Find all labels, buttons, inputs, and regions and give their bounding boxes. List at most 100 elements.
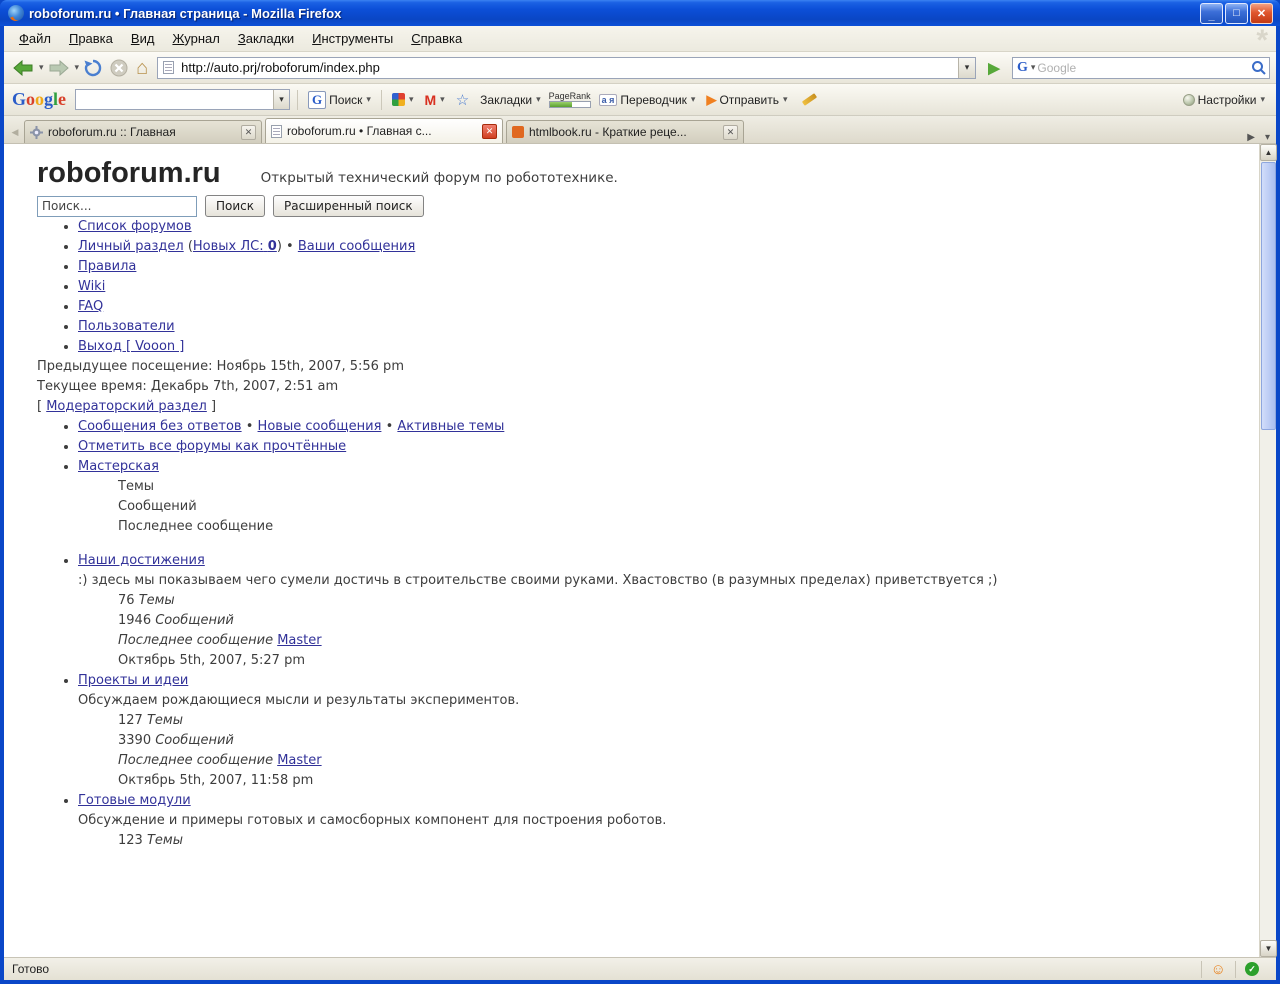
forward-dropdown[interactable]: ▾ <box>75 62 80 73</box>
url-history-dropdown[interactable]: ▾ <box>958 58 975 78</box>
link-ucp[interactable]: Личный раздел <box>78 239 184 254</box>
google-search-field[interactable] <box>76 92 273 107</box>
link-your-posts[interactable]: Ваши сообщения <box>298 239 415 254</box>
pagerank-bar <box>549 101 591 108</box>
gmail-icon: M <box>424 92 436 108</box>
back-icon <box>13 60 33 76</box>
link-category-workshop[interactable]: Мастерская <box>78 459 159 474</box>
list-item: FAQ <box>78 297 1248 317</box>
home-button[interactable]: ⌂ <box>133 55 151 81</box>
search-bar[interactable]: G ▾ <box>1012 57 1270 79</box>
forward-button[interactable] <box>46 55 72 81</box>
advanced-search-button[interactable]: Расширенный поиск <box>273 195 424 217</box>
site-search-button[interactable]: ▾ <box>389 91 417 108</box>
back-button[interactable] <box>10 55 36 81</box>
star-icon: ☆ <box>456 91 469 109</box>
forum-item: Проекты и идеи Обсуждаем рождающиеся мыс… <box>78 671 1248 791</box>
list-item: Правила <box>78 257 1248 277</box>
forum-title-link[interactable]: Проекты и идеи <box>78 673 188 688</box>
link-new-posts[interactable]: Новые сообщения <box>258 419 382 434</box>
tab-scroll-right[interactable]: ▶ <box>1243 132 1259 143</box>
link-faq[interactable]: FAQ <box>78 299 103 314</box>
translate-button[interactable]: а я Переводчик ▾ <box>596 91 699 109</box>
link-unanswered[interactable]: Сообщения без ответов <box>78 419 242 434</box>
category-item: Мастерская Темы Сообщений Последнее сооб… <box>78 457 1248 537</box>
url-input[interactable] <box>179 59 958 77</box>
star-bookmark-button[interactable]: ☆ <box>453 89 472 111</box>
menu-help[interactable]: Справка <box>402 27 471 50</box>
menu-file[interactable]: Файл <box>10 27 60 50</box>
scrapbook-status[interactable]: ☺ <box>1201 961 1235 978</box>
gmail-button[interactable]: M ▾ <box>421 90 447 110</box>
scroll-down-button[interactable]: ▼ <box>1260 940 1277 957</box>
forum-title-link[interactable]: Наши достижения <box>78 553 205 568</box>
link-logout[interactable]: Выход [ Vooon ] <box>78 339 184 354</box>
navigation-toolbar: ▾ ▾ ⌂ ▾ ▶ G ▾ <box>4 52 1276 84</box>
tab-close-icon[interactable]: ✕ <box>241 125 256 140</box>
maximize-button[interactable]: □ <box>1225 3 1248 24</box>
translate-icon: а я <box>599 94 618 106</box>
check-icon: ✓ <box>1245 962 1259 976</box>
link-active-topics[interactable]: Активные темы <box>397 419 504 434</box>
link-mark-read[interactable]: Отметить все форумы как прочтённые <box>78 439 346 454</box>
menu-bookmarks[interactable]: Закладки <box>229 27 303 50</box>
search-magnifier-icon[interactable] <box>1251 60 1267 76</box>
web-search-input[interactable] <box>1035 60 1251 76</box>
menu-edit[interactable]: Правка <box>60 27 122 50</box>
tab-roboforum-main-active[interactable]: roboforum.ru • Главная с... ✕ <box>265 118 503 143</box>
link-members[interactable]: Пользователи <box>78 319 175 334</box>
list-item: Пользователи <box>78 317 1248 337</box>
send-arrow-icon: ▶ <box>706 92 716 108</box>
htmlbook-favicon <box>512 126 524 138</box>
bullet-separator: • <box>386 419 394 434</box>
toolbar-settings-button[interactable]: Настройки ▾ <box>1180 91 1268 109</box>
title-bar[interactable]: roboforum.ru • Главная страница - Mozill… <box>0 0 1280 26</box>
forum-topics: 76 Темы <box>118 591 1248 611</box>
tab-close-icon[interactable]: ✕ <box>723 125 738 140</box>
close-button[interactable]: ✕ <box>1250 3 1273 24</box>
bookmarks-menu-button[interactable]: Закладки ▾ <box>477 91 543 109</box>
url-bar[interactable]: ▾ <box>157 57 976 79</box>
tab-list-dropdown[interactable]: ▾ <box>1261 132 1274 143</box>
google-search-dropdown[interactable]: ▾ <box>273 90 289 109</box>
reload-button[interactable] <box>81 55 105 81</box>
link-forum-list[interactable]: Список форумов <box>78 219 192 234</box>
tab-roboforum-index[interactable]: roboforum.ru :: Главная ✕ <box>24 120 262 143</box>
menu-view[interactable]: Вид <box>122 27 164 50</box>
column-posts: Сообщений <box>118 497 1248 517</box>
last-post-author-link[interactable]: Master <box>277 633 321 648</box>
forum-last-post: Последнее сообщение Master <box>118 631 1248 651</box>
scrollbar-thumb[interactable] <box>1261 162 1276 430</box>
link-rules[interactable]: Правила <box>78 259 136 274</box>
minimize-button[interactable]: _ <box>1200 3 1223 24</box>
menu-history[interactable]: Журнал <box>163 27 228 50</box>
menu-tools[interactable]: Инструменты <box>303 27 402 50</box>
back-dropdown[interactable]: ▾ <box>39 62 44 73</box>
list-item: Wiki <box>78 277 1248 297</box>
last-post-author-link[interactable]: Master <box>277 753 321 768</box>
google-search-button[interactable]: G Поиск ▾ <box>305 89 374 111</box>
link-new-pms[interactable]: Новых ЛС: 0 <box>193 239 277 254</box>
forum-title-link[interactable]: Готовые модули <box>78 793 191 808</box>
tab-scroll-left[interactable]: ◀ <box>6 121 24 143</box>
forum-search-button[interactable]: Поиск <box>205 195 265 217</box>
gear-favicon <box>30 126 43 139</box>
extension-ok-status[interactable]: ✓ <box>1235 961 1268 978</box>
forum-search-input[interactable] <box>37 196 197 217</box>
bullet-separator: • <box>286 239 294 254</box>
menu-bar: Файл Правка Вид Журнал Закладки Инструме… <box>4 26 1276 52</box>
scroll-up-button[interactable]: ▲ <box>1260 144 1277 161</box>
highlighter-icon[interactable] <box>801 93 816 106</box>
tab-close-icon[interactable]: ✕ <box>482 124 497 139</box>
link-wiki[interactable]: Wiki <box>78 279 105 294</box>
list-item: Отметить все форумы как прочтённые <box>78 437 1248 457</box>
link-mcp[interactable]: Модераторский раздел <box>46 399 207 414</box>
google-search-input[interactable]: ▾ <box>75 89 290 110</box>
send-to-button[interactable]: ▶ Отправить ▾ <box>703 90 790 110</box>
vertical-scrollbar[interactable]: ▲ ▼ <box>1259 144 1276 957</box>
google-engine-icon[interactable]: G <box>1017 60 1028 76</box>
tab-htmlbook[interactable]: htmlbook.ru - Краткие реце... ✕ <box>506 120 744 143</box>
pagerank-indicator[interactable]: PageRank <box>549 92 591 108</box>
stop-button[interactable] <box>107 55 131 81</box>
go-button[interactable]: ▶ <box>982 56 1006 80</box>
